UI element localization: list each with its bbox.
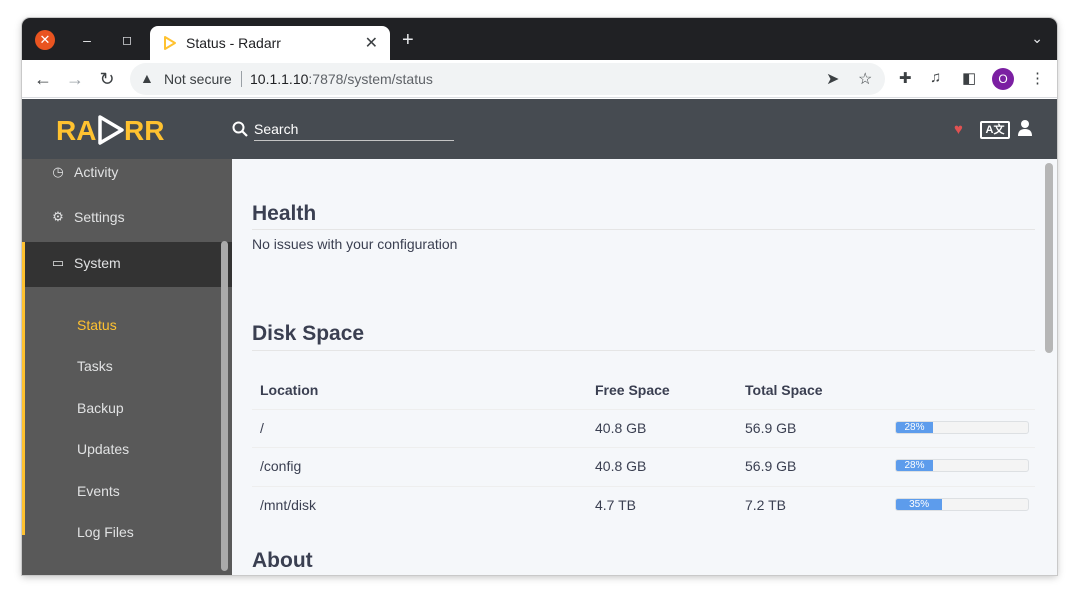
logo-text-right: RR <box>124 115 164 146</box>
sidebar-item-system[interactable]: ▭ System <box>22 242 232 287</box>
progress-fill: 28% <box>896 422 933 433</box>
column-header-free-space: Free Space <box>595 382 670 398</box>
search-input[interactable] <box>254 117 454 141</box>
sidebar-item-backup[interactable]: Backup <box>77 400 124 416</box>
logo-text-left: RA <box>56 115 96 146</box>
media-queue-icon[interactable]: ♫ <box>930 69 941 86</box>
profile-avatar[interactable]: O <box>992 68 1014 90</box>
table-cell-location: / <box>260 420 264 436</box>
table-cell-free: 4.7 TB <box>595 497 636 513</box>
main-scrollbar[interactable] <box>1045 163 1053 353</box>
disk-usage-progress-bar: 28% <box>895 459 1029 472</box>
system-submenu: Status Tasks Backup Updates Events Log F… <box>22 287 232 540</box>
radarr-favicon-icon <box>164 36 176 50</box>
browser-toolbar: ← → ↻ ▲ Not secure 10.1.1.10:7878/system… <box>22 60 1057 98</box>
sidebar-item-events[interactable]: Events <box>77 483 120 499</box>
sidebar-scrollbar[interactable] <box>221 241 228 571</box>
table-cell-total: 56.9 GB <box>745 458 797 474</box>
progress-fill: 35% <box>896 499 943 510</box>
disk-usage-progress-bar: 28% <box>895 421 1029 434</box>
sidebar-item-label: Activity <box>74 164 119 180</box>
tab-search-chevron-icon[interactable]: ⌄ <box>1031 30 1043 47</box>
url-path: :7878/system/status <box>308 71 433 87</box>
bookmark-star-icon[interactable]: ☆ <box>858 69 872 89</box>
disk-usage-progress-bar: 35% <box>895 498 1029 511</box>
table-cell-total: 7.2 TB <box>745 497 786 513</box>
app-header: RA RR ♥ A文 <box>22 99 1057 159</box>
logo-play-shape <box>98 115 124 145</box>
sidebar-item-settings[interactable]: ⚙ Settings <box>22 196 232 241</box>
table-cell-location: /config <box>260 458 302 474</box>
warning-triangle-icon[interactable]: ▲ <box>140 70 154 86</box>
reload-icon[interactable]: ↻ <box>96 68 118 90</box>
title-bar: ✕ – ◻ Status - Radarr ✕ + ⌄ <box>22 18 1057 60</box>
translate-icon[interactable]: A文 <box>980 121 1010 139</box>
window-maximize-button[interactable]: ◻ <box>117 30 137 50</box>
address-divider <box>241 71 242 87</box>
url-host: 10.1.1.10 <box>250 71 309 87</box>
user-icon[interactable] <box>1018 119 1032 137</box>
browser-menu-icon[interactable]: ⋮ <box>1030 69 1045 87</box>
table-cell-location: /mnt/disk <box>260 497 317 513</box>
tab-close-icon[interactable]: ✕ <box>365 33 378 53</box>
laptop-icon: ▭ <box>51 255 65 270</box>
column-header-total-space: Total Space <box>745 382 823 398</box>
sidebar-item-label: Settings <box>74 209 125 225</box>
health-message: No issues with your configuration <box>252 236 458 252</box>
sidebar-item-status[interactable]: Status <box>77 317 117 333</box>
radarr-logo[interactable]: RA RR <box>56 111 181 149</box>
table-divider <box>252 486 1035 487</box>
url-text[interactable]: 10.1.1.10:7878/system/status <box>250 71 433 87</box>
about-title: About <box>252 549 313 572</box>
main-content: Health No issues with your configuration… <box>232 159 1057 575</box>
sidebar: ◷ Activity ⚙ Settings ▭ System Status Ta… <box>22 159 232 575</box>
browser-window: ✕ – ◻ Status - Radarr ✕ + ⌄ ← → ↻ ▲ Not … <box>22 18 1057 575</box>
new-tab-button[interactable]: + <box>402 30 414 50</box>
disk-space-divider <box>252 350 1035 351</box>
disk-space-title: Disk Space <box>252 322 365 345</box>
table-cell-total: 56.9 GB <box>745 420 797 436</box>
forward-arrow-icon[interactable]: → <box>64 68 86 90</box>
heart-icon[interactable]: ♥ <box>954 121 963 138</box>
browser-tab[interactable]: Status - Radarr ✕ <box>150 26 390 60</box>
column-header-location: Location <box>260 382 319 398</box>
window-minimize-button[interactable]: – <box>77 30 97 50</box>
search-icon <box>232 121 248 137</box>
table-divider <box>252 409 1035 410</box>
table-cell-free: 40.8 GB <box>595 420 647 436</box>
back-arrow-icon[interactable]: ← <box>32 68 54 90</box>
side-panel-icon[interactable]: ◧ <box>962 69 976 87</box>
table-divider <box>252 447 1035 448</box>
progress-fill: 28% <box>896 460 933 471</box>
gears-icon: ⚙ <box>52 209 64 224</box>
clock-icon: ◷ <box>52 164 64 179</box>
address-bar[interactable]: ▲ Not secure 10.1.1.10:7878/system/statu… <box>130 63 885 95</box>
sidebar-item-log-files[interactable]: Log Files <box>77 524 134 540</box>
tab-title: Status - Radarr <box>186 35 281 51</box>
sidebar-item-tasks[interactable]: Tasks <box>77 358 113 374</box>
extensions-puzzle-icon[interactable]: ✚ <box>899 69 912 87</box>
sidebar-item-updates[interactable]: Updates <box>77 441 129 457</box>
sidebar-item-activity[interactable]: ◷ Activity <box>22 151 232 196</box>
health-title: Health <box>252 202 317 225</box>
send-icon[interactable]: ➤ <box>826 69 839 89</box>
table-cell-free: 40.8 GB <box>595 458 647 474</box>
window-close-button[interactable]: ✕ <box>35 30 55 50</box>
security-label[interactable]: Not secure <box>164 71 232 87</box>
sidebar-item-label: System <box>74 255 121 271</box>
health-divider <box>252 229 1035 230</box>
